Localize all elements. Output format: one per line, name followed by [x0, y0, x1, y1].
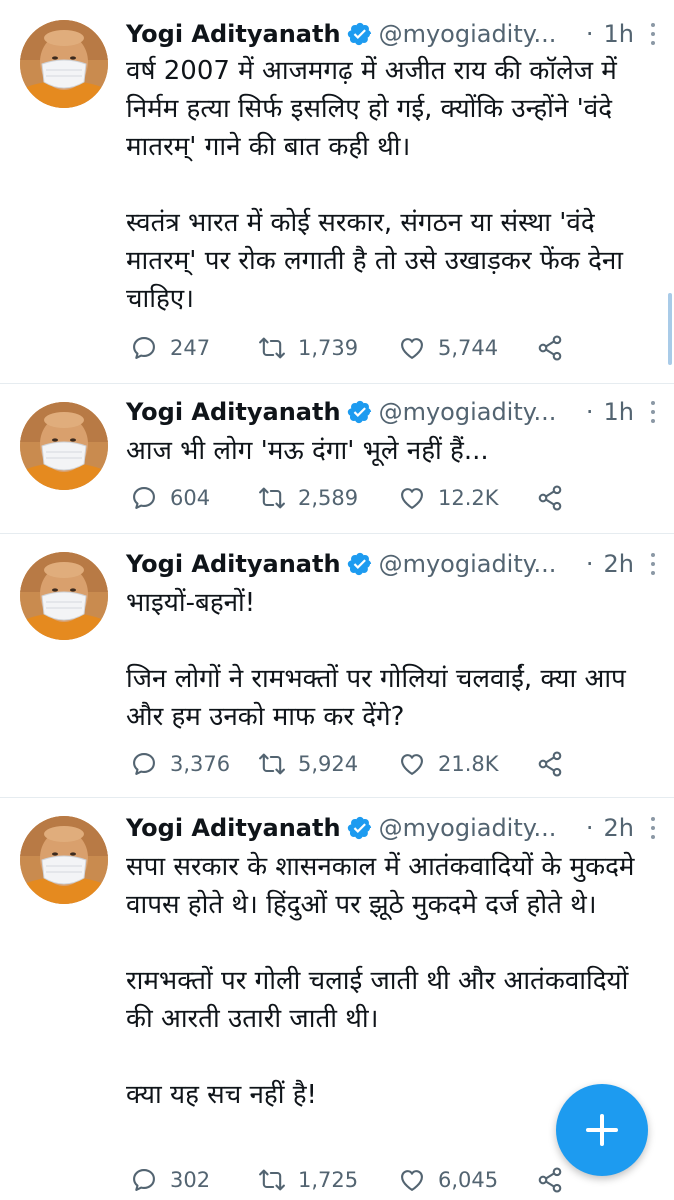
like-count: 12.2K [438, 486, 499, 510]
reply-count: 247 [170, 336, 211, 360]
retweet-button[interactable]: 5,924 [258, 746, 358, 782]
reply-icon [130, 334, 158, 362]
tweet-text: सपा सरकार के शासनकाल में आतंकवादियों के … [126, 852, 635, 1110]
avatar[interactable] [20, 20, 108, 108]
retweet-count: 5,924 [298, 752, 359, 776]
tweet-text: आज भी लोग 'मऊ दंगा' भूले नहीं हैं... [126, 436, 489, 466]
reply-icon [130, 1166, 158, 1194]
share-button[interactable] [536, 1162, 564, 1198]
tweet-actions: 302 1,725 6,045 [126, 1162, 566, 1198]
author-handle[interactable]: @myogiadity... [379, 20, 578, 48]
more-options-icon[interactable] [650, 401, 656, 423]
avatar[interactable] [20, 816, 108, 904]
tweet-actions: 3,376 5,924 21.8K [126, 746, 566, 782]
reply-button[interactable]: 3,376 [130, 746, 230, 782]
tweet-text: भाइयों-बहनों! जिन लोगों ने रामभक्तों पर … [126, 588, 626, 732]
more-options-icon[interactable] [650, 553, 656, 575]
heart-icon [398, 334, 426, 362]
retweet-count: 1,739 [298, 336, 359, 360]
tweet-time[interactable]: 1h [604, 20, 634, 48]
heart-icon [398, 484, 426, 512]
share-icon [536, 334, 564, 362]
separator-dot: · [585, 814, 594, 842]
tweet-actions: 247 1,739 5,744 [126, 330, 566, 366]
separator-dot: · [585, 20, 594, 48]
tweet[interactable]: Yogi Adityanath @myogiadity... · 1h वर्ष… [0, 0, 674, 384]
tweet-actions: 604 2,589 12.2K [126, 480, 566, 516]
reply-count: 302 [170, 1168, 211, 1192]
author-handle[interactable]: @myogiadity... [379, 814, 578, 842]
timeline: Yogi Adityanath @myogiadity... · 1h वर्ष… [0, 0, 674, 1200]
author-name[interactable]: Yogi Adityanath [126, 814, 341, 842]
more-options-icon[interactable] [650, 23, 656, 45]
separator-dot: · [585, 550, 594, 578]
verified-badge-icon [347, 399, 373, 425]
tweet-time[interactable]: 1h [604, 398, 634, 426]
heart-icon [398, 1166, 426, 1194]
like-button[interactable]: 5,744 [398, 330, 498, 366]
tweet[interactable]: Yogi Adityanath @myogiadity... · 2h भाइय… [0, 534, 674, 798]
reply-count: 3,376 [170, 752, 231, 776]
more-options-icon[interactable] [650, 817, 656, 839]
tweet-time[interactable]: 2h [604, 550, 634, 578]
scrollbar[interactable] [668, 293, 672, 365]
reply-icon [130, 484, 158, 512]
reply-button[interactable]: 604 [130, 480, 210, 516]
retweet-icon [258, 1166, 286, 1194]
verified-badge-icon [347, 815, 373, 841]
retweet-count: 2,589 [298, 486, 359, 510]
reply-icon [130, 750, 158, 778]
verified-badge-icon [347, 551, 373, 577]
like-count: 5,744 [438, 336, 499, 360]
tweet-header: Yogi Adityanath @myogiadity... · 2h [126, 810, 656, 846]
retweet-icon [258, 334, 286, 362]
tweet-header: Yogi Adityanath @myogiadity... · 1h [126, 16, 656, 52]
reply-button[interactable]: 247 [130, 330, 210, 366]
avatar[interactable] [20, 552, 108, 640]
retweet-count: 1,725 [298, 1168, 359, 1192]
reply-count: 604 [170, 486, 211, 510]
share-icon [536, 750, 564, 778]
author-name[interactable]: Yogi Adityanath [126, 398, 341, 426]
like-count: 6,045 [438, 1168, 499, 1192]
retweet-button[interactable]: 2,589 [258, 480, 358, 516]
share-button[interactable] [536, 746, 564, 782]
tweet-time[interactable]: 2h [604, 814, 634, 842]
share-button[interactable] [536, 480, 564, 516]
tweet-header: Yogi Adityanath @myogiadity... · 2h [126, 546, 656, 582]
like-button[interactable]: 21.8K [398, 746, 499, 782]
author-handle[interactable]: @myogiadity... [379, 398, 578, 426]
share-button[interactable] [536, 330, 564, 366]
heart-icon [398, 750, 426, 778]
like-button[interactable]: 6,045 [398, 1162, 498, 1198]
share-icon [536, 1166, 564, 1194]
retweet-icon [258, 750, 286, 778]
author-handle[interactable]: @myogiadity... [379, 550, 578, 578]
like-count: 21.8K [438, 752, 499, 776]
reply-button[interactable]: 302 [130, 1162, 210, 1198]
retweet-button[interactable]: 1,725 [258, 1162, 358, 1198]
retweet-icon [258, 484, 286, 512]
compose-tweet-button[interactable] [556, 1084, 648, 1176]
separator-dot: · [585, 398, 594, 426]
tweet[interactable]: Yogi Adityanath @myogiadity... · 1h आज भ… [0, 384, 674, 534]
author-name[interactable]: Yogi Adityanath [126, 20, 341, 48]
share-icon [536, 484, 564, 512]
author-name[interactable]: Yogi Adityanath [126, 550, 341, 578]
retweet-button[interactable]: 1,739 [258, 330, 358, 366]
like-button[interactable]: 12.2K [398, 480, 499, 516]
tweet-text: वर्ष 2007 में आजमगढ़ में अजीत राय की कॉल… [126, 56, 624, 314]
tweet-header: Yogi Adityanath @myogiadity... · 1h [126, 394, 656, 430]
plus-icon [586, 1114, 618, 1146]
avatar[interactable] [20, 402, 108, 490]
verified-badge-icon [347, 21, 373, 47]
